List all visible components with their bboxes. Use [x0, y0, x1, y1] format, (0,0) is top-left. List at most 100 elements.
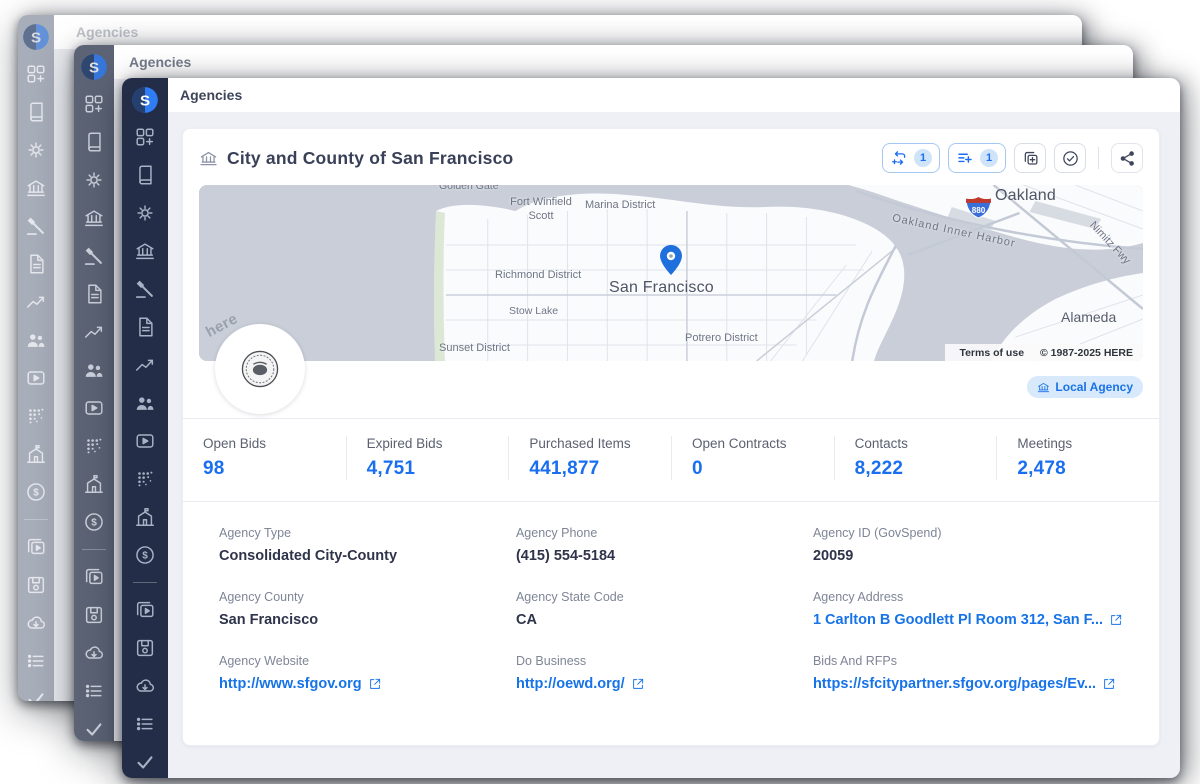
sidebar-item-people[interactable] [25, 329, 47, 351]
sidebar-item-pixel-grid[interactable] [134, 468, 156, 490]
map-label: Fort Winfield Scott [499, 196, 583, 224]
sidebar-item-gavel[interactable] [25, 215, 47, 237]
do-business-link[interactable]: http://oewd.org/ [516, 676, 789, 692]
stat-contacts[interactable]: Contacts 8,222 [834, 436, 997, 480]
sidebar-item-building-flag[interactable] [25, 443, 47, 465]
sidebar-item-gavel[interactable] [83, 245, 105, 267]
sidebar-item-library[interactable] [134, 164, 156, 186]
agency-website-link[interactable]: http://www.sfgov.org [219, 676, 492, 692]
topbar-front: Agencies [168, 78, 1180, 112]
breadcrumb[interactable]: Agencies [129, 54, 191, 70]
repeat-plus-icon [890, 149, 908, 167]
sidebar-divider [24, 519, 48, 520]
sidebar-item-gear[interactable] [134, 202, 156, 224]
stat-purchased-items[interactable]: Purchased Items 441,877 [508, 436, 671, 480]
sidebar-item-check[interactable] [25, 688, 47, 701]
sidebar-item-gear[interactable] [25, 139, 47, 161]
map-label-city: San Francisco [609, 279, 714, 297]
sidebar-item-list[interactable] [25, 650, 47, 672]
sidebar-item-check[interactable] [83, 718, 105, 740]
sidebar-item-people[interactable] [134, 392, 156, 414]
sidebar-item-people[interactable] [83, 359, 105, 381]
svg-text:S: S [31, 29, 41, 46]
sidebar-item-document[interactable] [134, 316, 156, 338]
sidebar-item-cloud-download[interactable] [83, 642, 105, 664]
sidebar-item-chart[interactable] [134, 354, 156, 376]
bids-rfps-link[interactable]: https://sfcitypartner.sfgov.org/pages/Ev… [813, 676, 1123, 692]
sidebar-item-save[interactable] [25, 574, 47, 596]
sidebar-item-bank[interactable] [25, 177, 47, 199]
topbar-middle: Agencies [114, 45, 1133, 79]
govspend-logo[interactable]: S [22, 23, 50, 51]
stat-open-contracts[interactable]: Open Contracts 0 [671, 436, 834, 480]
duplicate-button[interactable] [1014, 143, 1046, 173]
sidebar-middle: S $ [74, 45, 114, 741]
sidebar-item-bank[interactable] [134, 240, 156, 262]
share-button[interactable] [1111, 143, 1143, 173]
breadcrumb[interactable]: Agencies [180, 87, 242, 103]
sidebar-item-document[interactable] [25, 253, 47, 275]
map-label: Sunset District [439, 342, 510, 354]
breadcrumb[interactable]: Agencies [76, 24, 138, 40]
detail-agency-state-code: Agency State Code CA [516, 590, 789, 628]
govspend-logo[interactable]: S [131, 86, 159, 114]
sidebar-back: S $ [18, 15, 54, 701]
sidebar-item-gavel[interactable] [134, 278, 156, 300]
list-plus-icon [956, 149, 974, 167]
bank-icon [1037, 381, 1050, 394]
sidebar-item-video-stack[interactable] [83, 566, 105, 588]
agency-details: Agency Type Consolidated City-County Age… [183, 502, 1159, 692]
sidebar-item-list[interactable] [83, 680, 105, 702]
sidebar-item-dashboard-add[interactable] [83, 93, 105, 115]
sidebar-item-video[interactable] [25, 367, 47, 389]
sidebar-item-building-flag[interactable] [83, 473, 105, 495]
sidebar-item-building-flag[interactable] [134, 506, 156, 528]
topbar-back: Agencies [54, 15, 1082, 49]
divider [1098, 147, 1099, 169]
sidebar-item-video[interactable] [83, 397, 105, 419]
sidebar-item-cloud-download[interactable] [134, 675, 156, 697]
terms-of-use-link[interactable]: Terms of use [959, 347, 1024, 359]
check-circle-icon [1061, 149, 1080, 168]
sidebar-item-dollar[interactable]: $ [25, 481, 47, 503]
sidebar-item-dollar[interactable]: $ [83, 511, 105, 533]
svg-text:S: S [140, 92, 150, 109]
sidebar-item-bank[interactable] [83, 207, 105, 229]
sidebar-item-gear[interactable] [83, 169, 105, 191]
sidebar-item-document[interactable] [83, 283, 105, 305]
sidebar-item-save[interactable] [134, 637, 156, 659]
sidebar-item-pixel-grid[interactable] [83, 435, 105, 457]
sidebar-item-pixel-grid[interactable] [25, 405, 47, 427]
sidebar-item-video[interactable] [134, 430, 156, 452]
sidebar-item-dollar[interactable]: $ [134, 544, 156, 566]
sidebar-item-cloud-download[interactable] [25, 612, 47, 634]
stat-open-bids[interactable]: Open Bids 98 [183, 436, 346, 480]
sidebar-item-chart[interactable] [25, 291, 47, 313]
agency-address-link[interactable]: 1 Carlton B Goodlett Pl Room 312, San F.… [813, 612, 1123, 628]
sidebar-item-check[interactable] [134, 751, 156, 773]
verify-button[interactable] [1054, 143, 1086, 173]
agency-map[interactable]: Golden Gate Fort Winfield Scott Marina D… [199, 185, 1143, 361]
follow-button[interactable]: 1 [882, 143, 940, 173]
sidebar-item-list[interactable] [134, 713, 156, 735]
sidebar-item-video-stack[interactable] [134, 599, 156, 621]
detail-agency-address: Agency Address 1 Carlton B Goodlett Pl R… [813, 590, 1123, 628]
map-label: Potrero District [685, 332, 758, 344]
screenshot-stage: S $ Agencies S $ Agencies S $ Agencies [0, 0, 1200, 784]
sidebar-item-library[interactable] [25, 101, 47, 123]
govspend-logo[interactable]: S [80, 53, 108, 81]
sidebar-item-dashboard-add[interactable] [134, 126, 156, 148]
sidebar-item-library[interactable] [83, 131, 105, 153]
stat-meetings[interactable]: Meetings 2,478 [996, 436, 1159, 480]
stats-row: Open Bids 98 Expired Bids 4,751 Purchase… [183, 418, 1159, 502]
badge-row: Local Agency [199, 376, 1143, 398]
stat-expired-bids[interactable]: Expired Bids 4,751 [346, 436, 509, 480]
follow-count-badge: 1 [914, 149, 932, 167]
sidebar-item-dashboard-add[interactable] [25, 63, 47, 85]
sidebar-item-chart[interactable] [83, 321, 105, 343]
add-to-list-button[interactable]: 1 [948, 143, 1006, 173]
sidebar-item-video-stack[interactable] [25, 536, 47, 558]
svg-text:$: $ [142, 551, 148, 562]
sidebar-item-save[interactable] [83, 604, 105, 626]
copy-plus-icon [1021, 149, 1040, 168]
